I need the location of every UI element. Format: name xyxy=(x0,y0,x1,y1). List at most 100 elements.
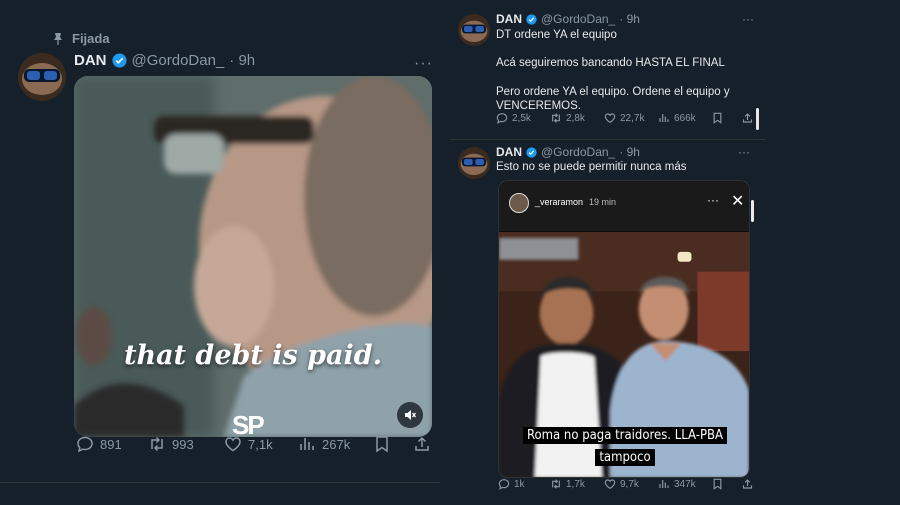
retweet-icon xyxy=(552,479,560,489)
verified-icon xyxy=(526,146,537,158)
story-time: 19 min xyxy=(589,197,617,207)
retweet-button[interactable]: 1,7k xyxy=(550,478,585,490)
handle[interactable]: @GordoDan_ xyxy=(541,12,615,26)
like-count: 7,1k xyxy=(248,436,273,452)
reply-count: 1k xyxy=(514,478,525,490)
story-avatar xyxy=(509,193,529,213)
avatar[interactable] xyxy=(18,53,66,101)
like-button[interactable]: 7,1k xyxy=(224,435,273,453)
views-icon xyxy=(659,480,669,488)
like-count: 22,7k xyxy=(620,112,645,124)
reply-icon xyxy=(498,479,510,490)
share-icon xyxy=(742,113,753,123)
verified-icon xyxy=(111,53,127,68)
like-icon xyxy=(225,437,241,452)
video-frame xyxy=(74,76,432,437)
bookmark-icon xyxy=(713,112,722,124)
reply-icon xyxy=(496,113,508,124)
verified-icon xyxy=(526,13,537,25)
like-button[interactable]: 22,7k xyxy=(604,112,644,124)
tweet-text-line: DT ordene YA el equipo xyxy=(496,29,617,41)
tweet-image[interactable]: _veraramon 19 min ··· ✕ Roma no paga tra… xyxy=(498,180,750,478)
views-button[interactable]: 347k xyxy=(658,478,696,490)
bookmark-button[interactable] xyxy=(374,435,390,453)
more-icon[interactable]: ··· xyxy=(742,12,754,26)
avatar[interactable] xyxy=(458,14,490,46)
more-icon[interactable]: ··· xyxy=(414,55,433,73)
mute-button[interactable] xyxy=(397,402,423,428)
views-count: 347k xyxy=(674,478,696,490)
handle[interactable]: @GordoDan_ xyxy=(132,52,225,69)
panel-gap xyxy=(440,0,450,505)
retweet-button[interactable]: 2,8k xyxy=(550,112,585,124)
divider xyxy=(450,139,765,140)
watermark-logo: SP xyxy=(232,410,265,437)
timestamp[interactable]: · 9h xyxy=(619,145,640,159)
views-count: 666k xyxy=(674,112,696,124)
avatar[interactable] xyxy=(458,147,490,179)
pin-icon xyxy=(54,32,62,45)
timestamp[interactable]: · 9h xyxy=(619,12,640,26)
tweet-text-line: Pero ordene YA el equipo. Ordene el equi… xyxy=(496,86,730,98)
bookmark-icon xyxy=(376,436,388,453)
empty-area xyxy=(765,0,900,505)
handle[interactable]: @GordoDan_ xyxy=(541,145,615,159)
pinned-tweet[interactable]: Fijada DAN @GordoDan_ · 9h ··· that debt… xyxy=(0,0,440,505)
retweet-count: 2,8k xyxy=(566,112,585,124)
tweet-header: DAN @GordoDan_ · 9h xyxy=(496,145,640,159)
timestamp[interactable]: · 9h xyxy=(229,52,255,69)
share-button[interactable] xyxy=(742,112,753,124)
views-icon xyxy=(300,438,314,450)
display-name[interactable]: DAN xyxy=(496,12,522,26)
display-name[interactable]: DAN xyxy=(74,52,107,69)
bookmark-button[interactable] xyxy=(712,112,723,124)
pinned-label: Fijada xyxy=(72,31,110,46)
share-icon xyxy=(742,479,753,489)
pinned-indicator: Fijada xyxy=(52,31,110,46)
tweet-header: DAN @GordoDan_ · 9h xyxy=(74,52,255,69)
like-count: 9,7k xyxy=(620,478,639,490)
tweet-text: Esto no se puede permitir nunca más xyxy=(496,161,687,173)
video-player[interactable]: that debt is paid. SP xyxy=(74,76,432,437)
more-icon: ··· xyxy=(707,193,719,207)
mute-icon xyxy=(405,410,417,420)
share-button[interactable] xyxy=(742,478,753,490)
like-button[interactable]: 9,7k xyxy=(604,478,639,490)
retweet-count: 993 xyxy=(172,436,194,452)
story-caption-text: Roma no paga traidores. LLA-PBA tampoco xyxy=(522,427,728,466)
retweet-count: 1,7k xyxy=(566,478,585,490)
bookmark-icon xyxy=(713,478,722,490)
views-button[interactable]: 666k xyxy=(658,112,696,124)
tweet-text-line: Acá seguiremos bancando HASTA EL FINAL xyxy=(496,57,725,69)
views-button[interactable]: 267k xyxy=(298,435,350,453)
share-icon xyxy=(415,436,429,451)
close-icon: ✕ xyxy=(731,193,745,210)
story-caption: Roma no paga traidores. LLA-PBA tampoco xyxy=(521,425,729,469)
story-username: _veraramon xyxy=(535,197,584,207)
reply-count: 2,5k xyxy=(512,112,531,124)
reply-count: 891 xyxy=(100,436,122,452)
views-icon xyxy=(659,114,669,122)
scrollbar[interactable] xyxy=(756,108,759,130)
like-icon xyxy=(604,479,616,489)
reply-button[interactable]: 891 xyxy=(76,435,122,453)
divider xyxy=(0,482,440,483)
reply-button[interactable]: 2,5k xyxy=(496,112,531,124)
retweet-button[interactable]: 993 xyxy=(148,435,194,453)
views-count: 267k xyxy=(322,436,351,452)
retweet-icon xyxy=(151,436,163,452)
reply-button[interactable]: 1k xyxy=(498,478,525,490)
story-header: _veraramon 19 min ··· ✕ xyxy=(499,181,749,231)
retweet-icon xyxy=(552,113,560,123)
share-button[interactable] xyxy=(414,435,430,453)
story-user: _veraramon 19 min xyxy=(535,197,616,207)
more-icon[interactable]: ··· xyxy=(738,145,750,159)
video-caption: that debt is paid. xyxy=(123,340,383,371)
reply-icon xyxy=(77,436,93,453)
bookmark-button[interactable] xyxy=(712,478,723,490)
timeline: DAN @GordoDan_ · 9h ··· DT ordene YA el … xyxy=(450,0,765,505)
tweet-header: DAN @GordoDan_ · 9h xyxy=(496,12,640,26)
like-icon xyxy=(604,113,616,123)
scrollbar[interactable] xyxy=(751,200,754,222)
display-name[interactable]: DAN xyxy=(496,145,522,159)
